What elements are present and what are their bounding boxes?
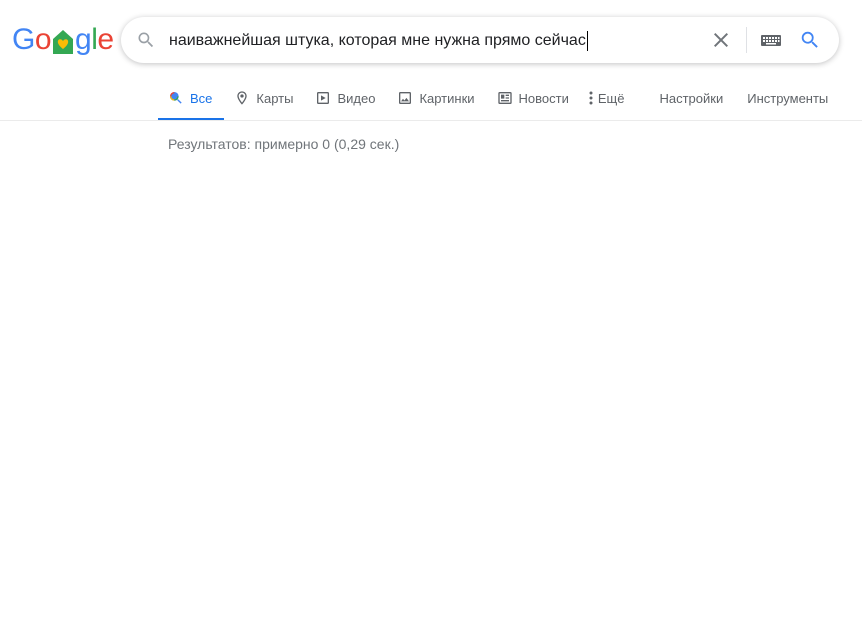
search-results-page: G o g l e наиважнейшая штука, которая мн… (0, 0, 862, 642)
logo-letter-g: G (12, 23, 35, 56)
house-heart-icon (52, 29, 74, 55)
tab-tools-label: Инструменты (747, 90, 829, 106)
tab-video-label: Видео (337, 90, 376, 106)
logo-letter-o: o (34, 23, 52, 56)
tab-images-label: Картинки (419, 90, 475, 106)
tab-all[interactable]: Все (158, 78, 225, 121)
header-divider (0, 120, 862, 121)
search-icon (168, 90, 184, 106)
tab-video[interactable]: Видео (305, 78, 387, 118)
search-icon (136, 30, 156, 50)
search-box[interactable]: наиважнейшая штука, которая мне нужна пр… (121, 17, 839, 63)
keyboard-icon (761, 35, 781, 46)
tab-news[interactable]: Новости (487, 78, 581, 118)
google-logo[interactable]: G o g l e (12, 23, 114, 57)
search-submit-button[interactable] (799, 29, 821, 51)
result-stats: Результатов: примерно 0 (0,29 сек.) (168, 136, 400, 152)
play-icon (315, 90, 331, 106)
clear-search-button[interactable] (709, 28, 733, 52)
more-vert-icon (587, 90, 595, 106)
tab-maps[interactable]: Карты (224, 78, 305, 118)
tab-more[interactable]: Ещё (581, 78, 637, 118)
search-input[interactable]: наиважнейшая штука, которая мне нужна пр… (169, 30, 588, 52)
search-tabs: Все Карты Видео Картинки Новости Ещё Нас… (158, 78, 840, 121)
tab-all-label: Все (190, 90, 213, 106)
search-box-divider (746, 27, 747, 53)
keyboard-button[interactable] (760, 30, 782, 50)
logo-letter-e: e (97, 23, 114, 56)
close-icon (714, 33, 728, 47)
tab-more-label: Ещё (597, 90, 625, 106)
tab-news-label: Новости (518, 90, 569, 106)
image-icon (397, 90, 413, 106)
tab-settings-label: Настройки (659, 90, 724, 106)
text-caret (586, 31, 588, 51)
search-query-text: наиважнейшая штука, которая мне нужна пр… (169, 32, 586, 49)
map-pin-icon (234, 90, 250, 106)
tab-images[interactable]: Картинки (387, 78, 486, 118)
logo-letter-g2: g (75, 23, 92, 56)
tab-settings[interactable]: Настройки (647, 78, 735, 118)
tab-maps-label: Карты (256, 90, 294, 106)
tab-tools[interactable]: Инструменты (735, 78, 840, 118)
search-icon (801, 31, 818, 48)
news-icon (497, 90, 513, 106)
